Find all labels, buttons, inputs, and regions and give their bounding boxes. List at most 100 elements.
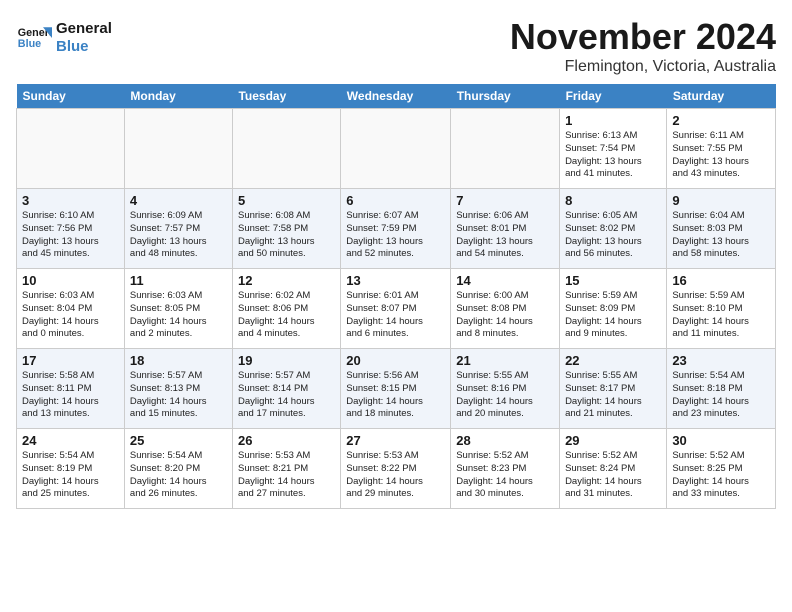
day-info: Sunrise: 6:00 AM Sunset: 8:08 PM Dayligh… bbox=[456, 290, 554, 341]
day-info: Sunrise: 6:07 AM Sunset: 7:59 PM Dayligh… bbox=[346, 210, 445, 261]
day-number: 1 bbox=[565, 113, 661, 128]
calendar-cell: 9 Sunrise: 6:04 AM Sunset: 8:03 PM Daylig… bbox=[667, 189, 776, 269]
day-info: Sunrise: 5:53 AM Sunset: 8:21 PM Dayligh… bbox=[238, 450, 335, 501]
header-monday: Monday bbox=[124, 84, 232, 109]
day-number: 9 bbox=[672, 193, 770, 208]
day-info: Sunrise: 6:11 AM Sunset: 7:55 PM Dayligh… bbox=[672, 130, 770, 181]
day-number: 21 bbox=[456, 353, 554, 368]
header-sunday: Sunday bbox=[17, 84, 125, 109]
page-header: General Blue General Blue November 2024 … bbox=[16, 16, 776, 76]
calendar-cell: 26Sunrise: 5:53 AM Sunset: 8:21 PM Dayli… bbox=[232, 429, 340, 509]
day-info: Sunrise: 5:54 AM Sunset: 8:20 PM Dayligh… bbox=[130, 450, 227, 501]
calendar-cell: 15Sunrise: 5:59 AM Sunset: 8:09 PM Dayli… bbox=[560, 269, 667, 349]
location: Flemington, Victoria, Australia bbox=[510, 58, 776, 76]
day-info: Sunrise: 5:57 AM Sunset: 8:14 PM Dayligh… bbox=[238, 370, 335, 421]
day-info: Sunrise: 5:56 AM Sunset: 8:15 PM Dayligh… bbox=[346, 370, 445, 421]
day-info: Sunrise: 5:55 AM Sunset: 8:17 PM Dayligh… bbox=[565, 370, 661, 421]
day-number: 3 bbox=[22, 193, 119, 208]
calendar-cell bbox=[341, 109, 451, 189]
day-number: 2 bbox=[672, 113, 770, 128]
calendar-cell: 4 Sunrise: 6:09 AM Sunset: 7:57 PM Daylig… bbox=[124, 189, 232, 269]
month-title: November 2024 bbox=[510, 16, 776, 58]
day-number: 14 bbox=[456, 273, 554, 288]
day-info: Sunrise: 6:08 AM Sunset: 7:58 PM Dayligh… bbox=[238, 210, 335, 261]
calendar-cell: 7 Sunrise: 6:06 AM Sunset: 8:01 PM Daylig… bbox=[451, 189, 560, 269]
title-block: November 2024 Flemington, Victoria, Aust… bbox=[510, 16, 776, 76]
calendar-cell: 30 Sunrise: 5:52 AM Sunset: 8:25 PM Dayli… bbox=[667, 429, 776, 509]
day-number: 11 bbox=[130, 273, 227, 288]
calendar-cell: 14 Sunrise: 6:00 AM Sunset: 8:08 PM Dayli… bbox=[451, 269, 560, 349]
day-number: 23 bbox=[672, 353, 770, 368]
calendar-cell bbox=[17, 109, 125, 189]
day-info: Sunrise: 6:01 AM Sunset: 8:07 PM Dayligh… bbox=[346, 290, 445, 341]
calendar-cell: 11Sunrise: 6:03 AM Sunset: 8:05 PM Dayli… bbox=[124, 269, 232, 349]
calendar-cell: 3 Sunrise: 6:10 AM Sunset: 7:56 PM Daylig… bbox=[17, 189, 125, 269]
calendar-table: SundayMondayTuesdayWednesdayThursdayFrid… bbox=[16, 84, 776, 509]
calendar-cell: 20 Sunrise: 5:56 AM Sunset: 8:15 PM Dayli… bbox=[341, 349, 451, 429]
day-number: 29 bbox=[565, 433, 661, 448]
day-info: Sunrise: 6:02 AM Sunset: 8:06 PM Dayligh… bbox=[238, 290, 335, 341]
day-number: 17 bbox=[22, 353, 119, 368]
calendar-cell: 8Sunrise: 6:05 AM Sunset: 8:02 PM Daylig… bbox=[560, 189, 667, 269]
day-info: Sunrise: 6:04 AM Sunset: 8:03 PM Dayligh… bbox=[672, 210, 770, 261]
calendar-cell bbox=[124, 109, 232, 189]
calendar-cell: 27 Sunrise: 5:53 AM Sunset: 8:22 PM Dayli… bbox=[341, 429, 451, 509]
calendar-cell: 17Sunrise: 5:58 AM Sunset: 8:11 PM Dayli… bbox=[17, 349, 125, 429]
day-number: 4 bbox=[130, 193, 227, 208]
day-info: Sunrise: 5:52 AM Sunset: 8:24 PM Dayligh… bbox=[565, 450, 661, 501]
calendar-cell bbox=[451, 109, 560, 189]
logo-icon: General Blue bbox=[16, 20, 52, 56]
day-info: Sunrise: 5:53 AM Sunset: 8:22 PM Dayligh… bbox=[346, 450, 445, 501]
calendar-cell: 18 Sunrise: 5:57 AM Sunset: 8:13 PM Dayli… bbox=[124, 349, 232, 429]
day-info: Sunrise: 5:55 AM Sunset: 8:16 PM Dayligh… bbox=[456, 370, 554, 421]
day-info: Sunrise: 6:09 AM Sunset: 7:57 PM Dayligh… bbox=[130, 210, 227, 261]
calendar-cell bbox=[232, 109, 340, 189]
day-number: 8 bbox=[565, 193, 661, 208]
day-number: 19 bbox=[238, 353, 335, 368]
day-number: 30 bbox=[672, 433, 770, 448]
logo-line2: Blue bbox=[56, 38, 112, 56]
day-number: 18 bbox=[130, 353, 227, 368]
day-number: 20 bbox=[346, 353, 445, 368]
day-number: 16 bbox=[672, 273, 770, 288]
calendar-cell: 29 Sunrise: 5:52 AM Sunset: 8:24 PM Dayli… bbox=[560, 429, 667, 509]
calendar-cell: 10 Sunrise: 6:03 AM Sunset: 8:04 PM Dayli… bbox=[17, 269, 125, 349]
calendar-header-row: SundayMondayTuesdayWednesdayThursdayFrid… bbox=[17, 84, 776, 109]
calendar-week-2: 3 Sunrise: 6:10 AM Sunset: 7:56 PM Daylig… bbox=[17, 189, 776, 269]
day-info: Sunrise: 6:03 AM Sunset: 8:04 PM Dayligh… bbox=[22, 290, 119, 341]
calendar-cell: 28Sunrise: 5:52 AM Sunset: 8:23 PM Dayli… bbox=[451, 429, 560, 509]
day-number: 6 bbox=[346, 193, 445, 208]
logo-line1: General bbox=[56, 20, 112, 38]
calendar-cell: 2 Sunrise: 6:11 AM Sunset: 7:55 PM Daylig… bbox=[667, 109, 776, 189]
header-saturday: Saturday bbox=[667, 84, 776, 109]
day-number: 27 bbox=[346, 433, 445, 448]
calendar-week-3: 10 Sunrise: 6:03 AM Sunset: 8:04 PM Dayli… bbox=[17, 269, 776, 349]
calendar-cell: 6 Sunrise: 6:07 AM Sunset: 7:59 PM Daylig… bbox=[341, 189, 451, 269]
day-info: Sunrise: 6:06 AM Sunset: 8:01 PM Dayligh… bbox=[456, 210, 554, 261]
logo: General Blue General Blue bbox=[16, 20, 112, 56]
calendar-cell: 25 Sunrise: 5:54 AM Sunset: 8:20 PM Dayli… bbox=[124, 429, 232, 509]
day-info: Sunrise: 5:54 AM Sunset: 8:18 PM Dayligh… bbox=[672, 370, 770, 421]
calendar-cell: 1Sunrise: 6:13 AM Sunset: 7:54 PM Daylig… bbox=[560, 109, 667, 189]
day-number: 25 bbox=[130, 433, 227, 448]
day-number: 15 bbox=[565, 273, 661, 288]
calendar-cell: 5 Sunrise: 6:08 AM Sunset: 7:58 PM Daylig… bbox=[232, 189, 340, 269]
calendar-week-1: 1Sunrise: 6:13 AM Sunset: 7:54 PM Daylig… bbox=[17, 109, 776, 189]
day-number: 5 bbox=[238, 193, 335, 208]
calendar-week-4: 17Sunrise: 5:58 AM Sunset: 8:11 PM Dayli… bbox=[17, 349, 776, 429]
header-friday: Friday bbox=[560, 84, 667, 109]
day-number: 12 bbox=[238, 273, 335, 288]
svg-text:Blue: Blue bbox=[18, 38, 41, 50]
day-number: 7 bbox=[456, 193, 554, 208]
day-number: 10 bbox=[22, 273, 119, 288]
header-tuesday: Tuesday bbox=[232, 84, 340, 109]
calendar-cell: 24Sunrise: 5:54 AM Sunset: 8:19 PM Dayli… bbox=[17, 429, 125, 509]
day-info: Sunrise: 5:52 AM Sunset: 8:25 PM Dayligh… bbox=[672, 450, 770, 501]
calendar-cell: 19 Sunrise: 5:57 AM Sunset: 8:14 PM Dayli… bbox=[232, 349, 340, 429]
day-info: Sunrise: 5:52 AM Sunset: 8:23 PM Dayligh… bbox=[456, 450, 554, 501]
day-number: 13 bbox=[346, 273, 445, 288]
calendar-cell: 21 Sunrise: 5:55 AM Sunset: 8:16 PM Dayli… bbox=[451, 349, 560, 429]
day-info: Sunrise: 5:57 AM Sunset: 8:13 PM Dayligh… bbox=[130, 370, 227, 421]
header-wednesday: Wednesday bbox=[341, 84, 451, 109]
day-info: Sunrise: 6:10 AM Sunset: 7:56 PM Dayligh… bbox=[22, 210, 119, 261]
